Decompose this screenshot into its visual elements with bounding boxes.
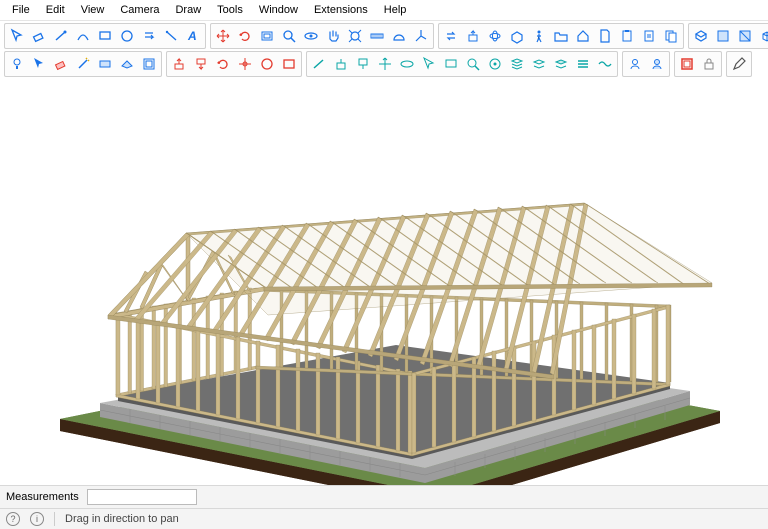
status-hint: Drag in direction to pan — [65, 513, 179, 525]
separator — [54, 512, 55, 526]
viewport-3d[interactable] — [0, 81, 768, 485]
teal-wave[interactable] — [594, 53, 616, 75]
teal-layers2[interactable] — [550, 53, 572, 75]
eraser-icon[interactable] — [28, 25, 50, 47]
doc-icon[interactable] — [594, 25, 616, 47]
tape2-icon[interactable] — [366, 25, 388, 47]
comp-icon[interactable] — [712, 25, 734, 47]
pan-icon[interactable] — [322, 25, 344, 47]
plane-icon[interactable] — [116, 53, 138, 75]
teal-line[interactable] — [308, 53, 330, 75]
pushpull2-icon[interactable] — [462, 25, 484, 47]
clipboard-icon[interactable] — [638, 25, 660, 47]
teal-layers3[interactable] — [572, 53, 594, 75]
rect2-icon[interactable] — [94, 53, 116, 75]
rotate-icon[interactable] — [234, 25, 256, 47]
eraser2-icon[interactable] — [50, 53, 72, 75]
orbit-icon[interactable] — [300, 25, 322, 47]
pushpull-icon[interactable] — [138, 25, 160, 47]
menu-edit[interactable]: Edit — [38, 2, 73, 18]
paste-icon[interactable] — [616, 25, 638, 47]
arc-icon[interactable] — [72, 25, 94, 47]
teal-rect[interactable] — [440, 53, 462, 75]
toolbar-row-1: A — [4, 23, 764, 49]
teal-center[interactable] — [484, 53, 506, 75]
teal-orbit[interactable] — [396, 53, 418, 75]
menu-window[interactable]: Window — [251, 2, 306, 18]
protractor-icon[interactable] — [388, 25, 410, 47]
measurements-input[interactable] — [87, 489, 197, 505]
profile2-icon[interactable] — [646, 53, 668, 75]
red-rect[interactable] — [278, 53, 300, 75]
3dw-icon[interactable] — [690, 25, 712, 47]
menu-help[interactable]: Help — [376, 2, 415, 18]
select-icon[interactable] — [6, 25, 28, 47]
offset-icon[interactable] — [256, 25, 278, 47]
svg-text:A: A — [187, 29, 197, 43]
teal-pull[interactable] — [352, 53, 374, 75]
red-circle[interactable] — [256, 53, 278, 75]
toolbar-row-2 — [4, 51, 764, 77]
measurements-label: Measurements — [6, 491, 79, 503]
line-icon[interactable] — [50, 25, 72, 47]
faces-icon[interactable] — [734, 25, 756, 47]
measurements-bar: Measurements — [0, 485, 768, 508]
zoom-ext-icon[interactable] — [344, 25, 366, 47]
red-pushpull-u[interactable] — [168, 53, 190, 75]
lock-icon[interactable] — [698, 53, 720, 75]
menu-extensions[interactable]: Extensions — [306, 2, 376, 18]
tape-icon[interactable] — [160, 25, 182, 47]
walk-icon[interactable] — [528, 25, 550, 47]
help-context-icon[interactable]: ? — [6, 512, 20, 526]
orbit2-icon[interactable] — [484, 25, 506, 47]
teal-x[interactable] — [374, 53, 396, 75]
red-pushpull-d[interactable] — [190, 53, 212, 75]
folder-icon[interactable] — [550, 25, 572, 47]
text-icon[interactable]: A — [182, 25, 204, 47]
select2-icon[interactable] — [28, 53, 50, 75]
red-rotate[interactable] — [212, 53, 234, 75]
menu-camera[interactable]: Camera — [112, 2, 167, 18]
teal-sel[interactable] — [418, 53, 440, 75]
profile-icon[interactable] — [624, 53, 646, 75]
toolbars: A — [0, 21, 768, 81]
red-orbit[interactable] — [234, 53, 256, 75]
axes-icon[interactable] — [410, 25, 432, 47]
info-icon[interactable]: i — [30, 512, 44, 526]
menu-draw[interactable]: Draw — [167, 2, 209, 18]
rect-icon[interactable] — [94, 25, 116, 47]
move-icon[interactable] — [212, 25, 234, 47]
teal-zoom[interactable] — [462, 53, 484, 75]
menu-bar: File Edit View Camera Draw Tools Window … — [0, 0, 768, 21]
menu-view[interactable]: View — [73, 2, 113, 18]
status-bar: ? i Drag in direction to pan — [0, 508, 768, 529]
pencil-icon[interactable] — [728, 53, 750, 75]
teal-layers[interactable] — [528, 53, 550, 75]
circle-icon[interactable] — [116, 25, 138, 47]
section-icon[interactable] — [506, 25, 528, 47]
cube-icon[interactable] — [756, 25, 768, 47]
redbox-icon[interactable] — [676, 53, 698, 75]
clipboard2-icon[interactable] — [660, 25, 682, 47]
zoom-icon[interactable] — [278, 25, 300, 47]
swap-icon[interactable] — [440, 25, 462, 47]
teal-stack[interactable] — [506, 53, 528, 75]
menu-file[interactable]: File — [4, 2, 38, 18]
offset2-icon[interactable] — [138, 53, 160, 75]
wand-icon[interactable] — [72, 53, 94, 75]
home-icon[interactable] — [572, 25, 594, 47]
teal-push[interactable] — [330, 53, 352, 75]
menu-tools[interactable]: Tools — [209, 2, 251, 18]
bulb-icon[interactable] — [6, 53, 28, 75]
